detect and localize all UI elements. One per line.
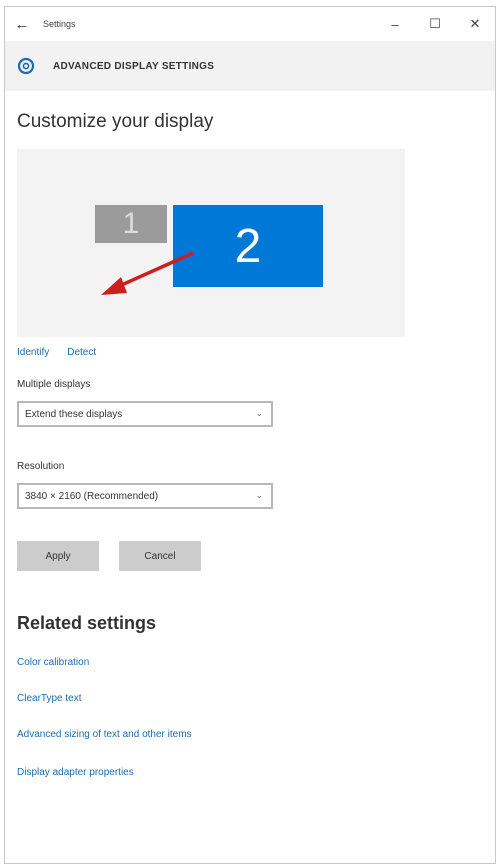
display-arrangement-panel: 1 2 bbox=[17, 149, 405, 337]
title-bar: ← Settings – ☐ ✕ bbox=[5, 7, 495, 41]
page-title: Customize your display bbox=[17, 111, 214, 132]
display-adapter-properties-link[interactable]: Display adapter properties bbox=[17, 767, 134, 778]
header-title: ADVANCED DISPLAY SETTINGS bbox=[53, 60, 215, 72]
apply-button[interactable]: Apply bbox=[17, 541, 99, 571]
back-arrow-icon[interactable]: ← bbox=[5, 7, 39, 41]
multiple-displays-dropdown[interactable]: Extend these displays ⌄ bbox=[17, 401, 273, 427]
multiple-displays-value: Extend these displays bbox=[25, 408, 123, 420]
cleartype-text-link[interactable]: ClearType text bbox=[17, 693, 81, 704]
detect-link[interactable]: Detect bbox=[67, 347, 96, 358]
window-controls: – ☐ ✕ bbox=[375, 7, 495, 41]
settings-window: ← Settings – ☐ ✕ ADVANCED DISPLAY SETTIN… bbox=[4, 6, 496, 864]
color-calibration-link[interactable]: Color calibration bbox=[17, 657, 89, 668]
identify-link[interactable]: Identify bbox=[17, 347, 49, 358]
monitor-2[interactable]: 2 bbox=[173, 205, 323, 287]
chevron-down-icon: ⌄ bbox=[255, 408, 263, 418]
window-title: Settings bbox=[43, 19, 76, 29]
maximize-button[interactable]: ☐ bbox=[415, 7, 455, 41]
resolution-label: Resolution bbox=[17, 461, 65, 472]
chevron-down-icon: ⌄ bbox=[255, 490, 263, 500]
resolution-value: 3840 × 2160 (Recommended) bbox=[25, 490, 159, 502]
related-settings-title: Related settings bbox=[17, 613, 157, 633]
identify-detect-links: Identify Detect bbox=[17, 347, 96, 358]
page-header: ADVANCED DISPLAY SETTINGS bbox=[5, 41, 495, 91]
resolution-dropdown[interactable]: 3840 × 2160 (Recommended) ⌄ bbox=[17, 483, 273, 509]
minimize-button[interactable]: – bbox=[375, 7, 415, 41]
cancel-button[interactable]: Cancel bbox=[119, 541, 201, 571]
advanced-sizing-link[interactable]: Advanced sizing of text and other items bbox=[17, 729, 192, 740]
close-button[interactable]: ✕ bbox=[455, 7, 495, 41]
monitor-1[interactable]: 1 bbox=[95, 205, 167, 243]
multiple-displays-label: Multiple displays bbox=[17, 379, 91, 390]
gear-icon bbox=[15, 55, 37, 77]
